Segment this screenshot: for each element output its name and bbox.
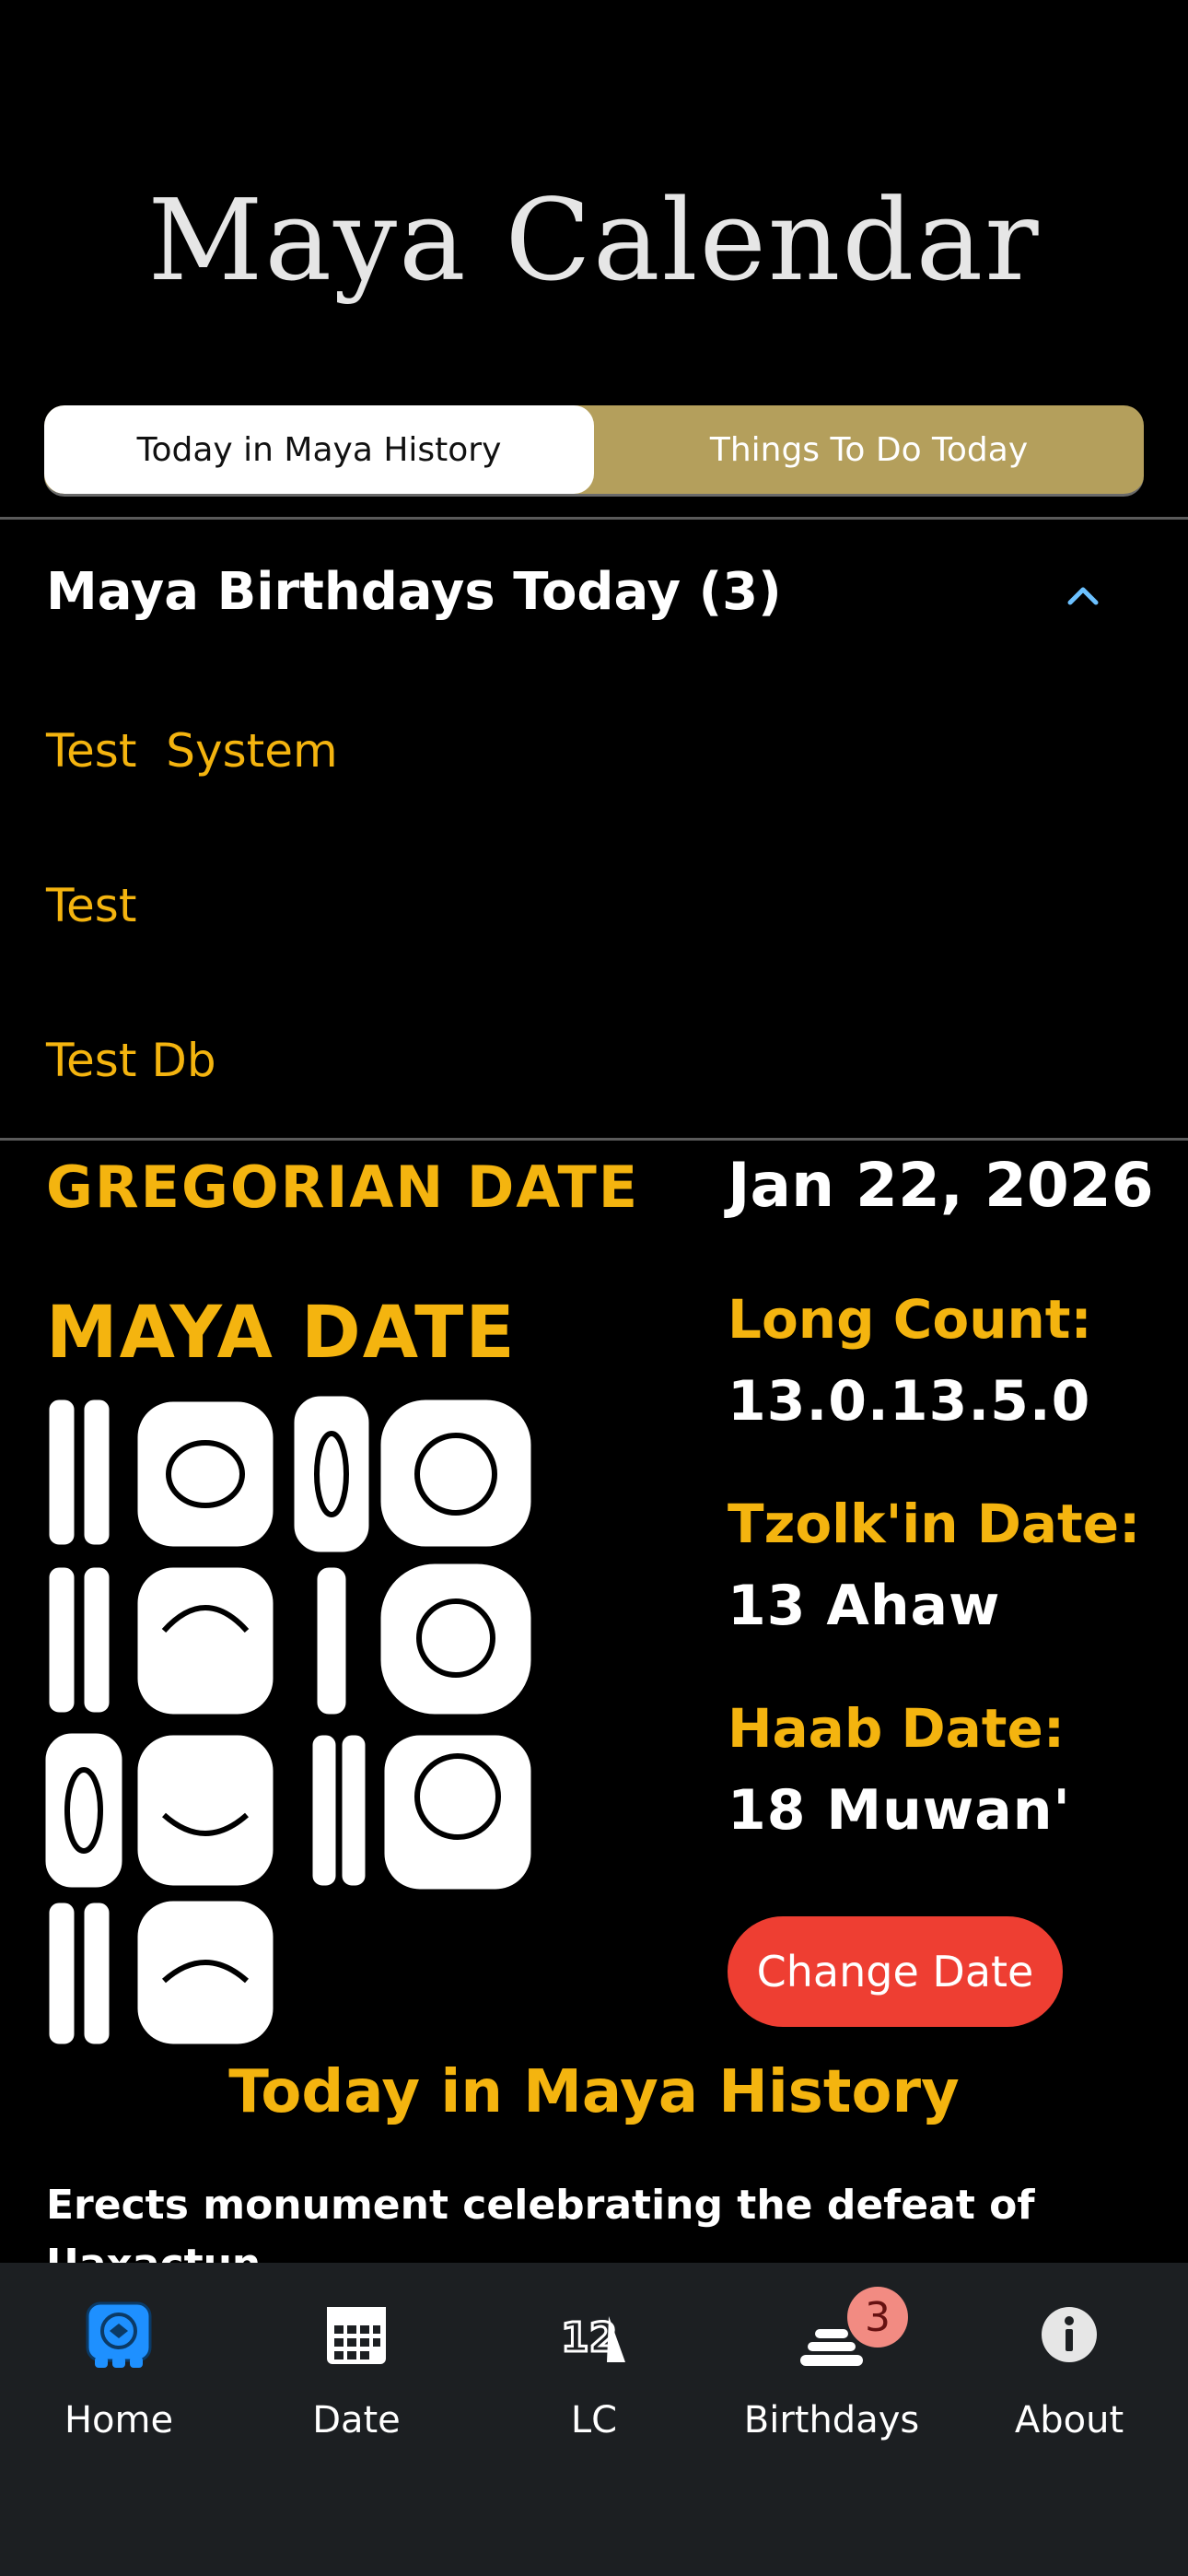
long-count-value: 13.0.13.5.0 [728,1369,1091,1434]
segmented-control: Today in Maya History Things To Do Today [44,405,1144,497]
tab-label: LC [570,2399,618,2441]
change-date-button[interactable]: Change Date [728,1916,1063,2027]
app-title: Maya Calendar [147,175,1041,306]
history-title: Today in Maya History [228,2058,960,2126]
chevron-up-icon[interactable] [1066,579,1100,612]
tab-label: Home [64,2399,174,2441]
birthday-item[interactable]: Test System [46,724,338,778]
calendar-icon [327,2307,386,2364]
info-icon [1042,2307,1097,2362]
tab-label: Date [312,2399,401,2441]
tab-label: Birthdays [743,2399,920,2441]
tab-birthdays[interactable]: 3 Birthdays [713,2287,950,2482]
divider [0,517,1188,520]
maya-glyph-icon [86,2301,152,2368]
divider [0,1138,1188,1141]
tab-lc[interactable]: 12 LC [475,2298,713,2482]
tab-label: About [1014,2399,1124,2441]
long-count-label: Long Count: [728,1288,1092,1351]
gregorian-date-label: GREGORIAN DATE [46,1153,640,1221]
tab-home[interactable]: Home [0,2298,238,2482]
tab-date[interactable]: Date [238,2298,475,2482]
tzolkin-value: 13 Ahaw [728,1574,1001,1638]
maya-date-label: MAYA DATE [46,1292,517,1375]
birthday-item[interactable]: Test Db [46,1034,216,1087]
haab-value: 18 Muwan' [728,1778,1071,1843]
tab-today-in-maya-history[interactable]: Today in Maya History [44,405,594,494]
notification-badge: 3 [847,2287,908,2348]
birthday-item[interactable]: Test [46,879,136,932]
tab-about[interactable]: About [950,2298,1188,2482]
tab-things-to-do-today[interactable]: Things To Do Today [594,405,1144,494]
birthdays-header[interactable]: Maya Birthdays Today (3) [46,562,782,622]
tzolkin-label: Tzolk'in Date: [728,1493,1141,1555]
long-count-icon: 12 [560,2313,625,2363]
haab-label: Haab Date: [728,1697,1066,1760]
bottom-tab-bar: Home Date 12 LC 3 Birthdays About [0,2263,1188,2576]
maya-glyphs-image [44,1393,534,2045]
gregorian-date-value: Jan 22, 2026 [728,1150,1154,1221]
